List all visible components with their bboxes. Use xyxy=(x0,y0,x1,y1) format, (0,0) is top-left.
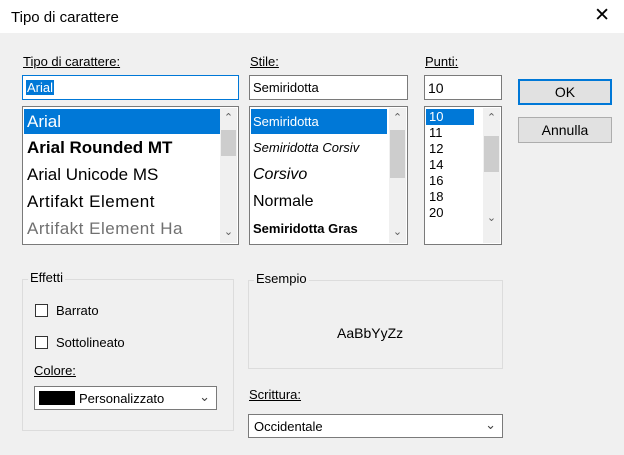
close-icon[interactable]: ✕ xyxy=(594,6,610,26)
dialog-body: Tipo di carattere: Arial Arial Arial Rou… xyxy=(0,33,624,455)
size-item-18[interactable]: 18 xyxy=(426,189,474,205)
style-item-semiridotta-corsivo[interactable]: Semiridotta Corsiv xyxy=(251,135,387,160)
font-scrollbar[interactable]: ⌃ ⌄ xyxy=(220,108,237,243)
font-item-artifakt-element-ha[interactable]: Artifakt Element Ha xyxy=(24,216,220,241)
font-item-artifakt-element[interactable]: Artifakt Element xyxy=(24,189,220,214)
sample-text: AaBbYyZz xyxy=(337,325,404,341)
font-input-value: Arial xyxy=(26,80,55,95)
scroll-down-icon[interactable]: ⌄ xyxy=(483,210,500,227)
color-swatch xyxy=(39,391,75,405)
size-item-16[interactable]: 16 xyxy=(426,173,474,189)
script-combobox[interactable]: Occidentale ⌄ xyxy=(248,414,503,438)
scroll-thumb[interactable] xyxy=(484,136,499,172)
strikeout-checkbox[interactable] xyxy=(35,304,48,317)
color-value: Personalizzato xyxy=(79,391,165,406)
style-item-normale[interactable]: Normale xyxy=(251,189,387,214)
font-label: Tipo di carattere: xyxy=(23,54,121,69)
style-input-value: Semiridotta xyxy=(253,80,319,95)
font-item-arial-unicode-ms[interactable]: Arial Unicode MS xyxy=(24,162,220,187)
ok-button[interactable]: OK xyxy=(518,79,612,105)
sample-legend: Esempio xyxy=(254,271,309,286)
scroll-thumb[interactable] xyxy=(390,130,405,178)
font-item-arial[interactable]: Arial xyxy=(24,109,220,134)
size-list[interactable]: 10 11 12 14 16 18 20 ⌃ ⌄ xyxy=(424,106,502,245)
scroll-down-icon[interactable]: ⌄ xyxy=(220,224,237,241)
strikeout-label: Barrato xyxy=(56,303,99,318)
font-input[interactable]: Arial xyxy=(22,75,239,100)
style-label: Stile: xyxy=(250,54,279,69)
underline-checkbox[interactable] xyxy=(35,336,48,349)
size-input[interactable]: 10 xyxy=(424,75,502,100)
size-scrollbar[interactable]: ⌃ ⌄ xyxy=(483,108,500,243)
color-label: Colore: xyxy=(34,363,76,378)
cancel-button[interactable]: Annulla xyxy=(518,117,612,143)
size-input-value: 10 xyxy=(428,80,444,96)
scroll-up-icon[interactable]: ⌃ xyxy=(483,110,500,127)
size-item-20[interactable]: 20 xyxy=(426,205,474,221)
script-value: Occidentale xyxy=(254,419,323,434)
size-label: Punti: xyxy=(425,54,459,69)
style-item-corsivo[interactable]: Corsivo xyxy=(251,162,387,187)
style-scrollbar[interactable]: ⌃ ⌄ xyxy=(389,108,406,243)
style-list[interactable]: Semiridotta Semiridotta Corsiv Corsivo N… xyxy=(249,106,408,245)
title-bar: Tipo di carattere ✕ xyxy=(0,0,624,33)
chevron-down-icon: ⌄ xyxy=(485,417,496,432)
scroll-thumb[interactable] xyxy=(221,130,236,156)
size-item-10[interactable]: 10 xyxy=(426,109,474,125)
chevron-down-icon: ⌄ xyxy=(199,389,210,404)
scroll-up-icon[interactable]: ⌃ xyxy=(220,110,237,127)
size-item-11[interactable]: 11 xyxy=(426,125,474,141)
scroll-down-icon[interactable]: ⌄ xyxy=(389,224,406,241)
size-item-14[interactable]: 14 xyxy=(426,157,474,173)
color-combobox[interactable]: Personalizzato ⌄ xyxy=(34,386,217,410)
font-list[interactable]: Arial Arial Rounded MT Arial Unicode MS … xyxy=(22,106,239,245)
effects-legend: Effetti xyxy=(28,270,66,285)
style-item-semiridotta-grassetto[interactable]: Semiridotta Gras xyxy=(251,216,387,241)
script-label: Scrittura: xyxy=(249,387,302,402)
scroll-up-icon[interactable]: ⌃ xyxy=(389,110,406,127)
font-item-arial-rounded-mt[interactable]: Arial Rounded MT xyxy=(24,135,220,160)
size-item-12[interactable]: 12 xyxy=(426,141,474,157)
style-input[interactable]: Semiridotta xyxy=(249,75,408,100)
underline-label: Sottolineato xyxy=(56,335,125,350)
style-item-semiridotta[interactable]: Semiridotta xyxy=(251,109,387,134)
window-title: Tipo di carattere xyxy=(11,9,119,26)
